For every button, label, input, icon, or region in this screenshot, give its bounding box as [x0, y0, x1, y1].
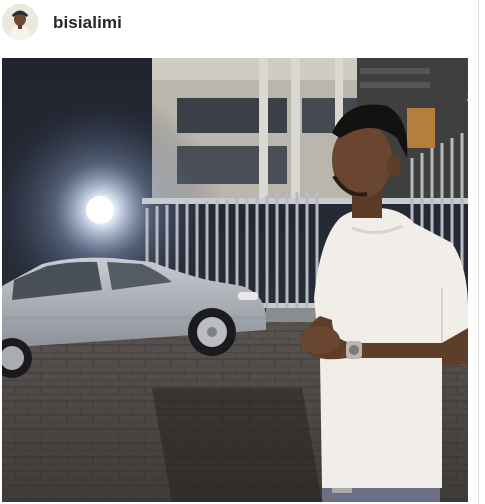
- post-header: bisialimi: [0, 0, 485, 50]
- instagram-post: bisialimi 2: [0, 0, 485, 504]
- edge-mark: 2: [467, 88, 475, 104]
- avatar[interactable]: [2, 4, 38, 40]
- avatar-image: [2, 4, 38, 40]
- post-photo[interactable]: [2, 58, 468, 502]
- username[interactable]: bisialimi: [53, 13, 122, 33]
- edge-divider: [478, 0, 479, 504]
- right-gutter: [468, 58, 485, 504]
- photo-scene: [2, 58, 468, 502]
